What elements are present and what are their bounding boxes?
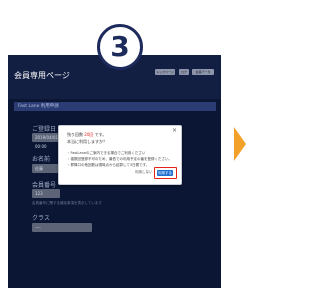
step-number-badge: 3 (97, 24, 143, 70)
dialog-note: ・FastLaneのご案内できる場合でご利用ください (67, 151, 146, 155)
form-label-name: お名前 (32, 156, 51, 163)
page-title: 会員専用ページ (14, 71, 70, 80)
class-field[interactable]: ---- (32, 223, 92, 232)
section-title-bar: Fast Lane 利用申請 (14, 102, 216, 111)
member-number-field[interactable]: 123 (32, 189, 60, 198)
header-button-member-data[interactable]: 会員データ (192, 69, 214, 75)
dialog-note: ・昇降口の他回数は現時点から起算して3日間です。 (67, 163, 150, 167)
use-button[interactable]: 利用する (157, 170, 173, 176)
form-label-member-number: 会員番号 (32, 182, 57, 189)
form-label-registration-date: ご登録日 (32, 126, 57, 133)
confirm-question: 本当に利用しますか？ (67, 139, 107, 144)
header-button-log[interactable]: ログ (179, 69, 189, 75)
confirm-dialog: × 残り回数 20回 です。 本当に利用しますか？ ・FastLaneのご案内で… (58, 125, 182, 185)
dialog-note: ・複数回登録不可のため、最低での利用予定の番を登録ください。 (67, 157, 172, 161)
remaining-count-text: 残り回数 20回 です。 (67, 132, 107, 137)
name-field[interactable]: 佐藤 (32, 164, 60, 173)
remaining-count-highlight: 20回 (84, 132, 94, 137)
next-step-arrow-icon (234, 127, 246, 161)
header-button-top[interactable]: トップページ (155, 69, 175, 75)
highlight-frame: 利用する (154, 167, 177, 179)
cancel-button[interactable]: 利用しない (135, 170, 153, 175)
member-number-note: 会員番号に関する補足事項を表示しています (32, 201, 102, 205)
close-icon[interactable]: × (172, 128, 177, 134)
form-label-class: クラス (32, 215, 50, 222)
